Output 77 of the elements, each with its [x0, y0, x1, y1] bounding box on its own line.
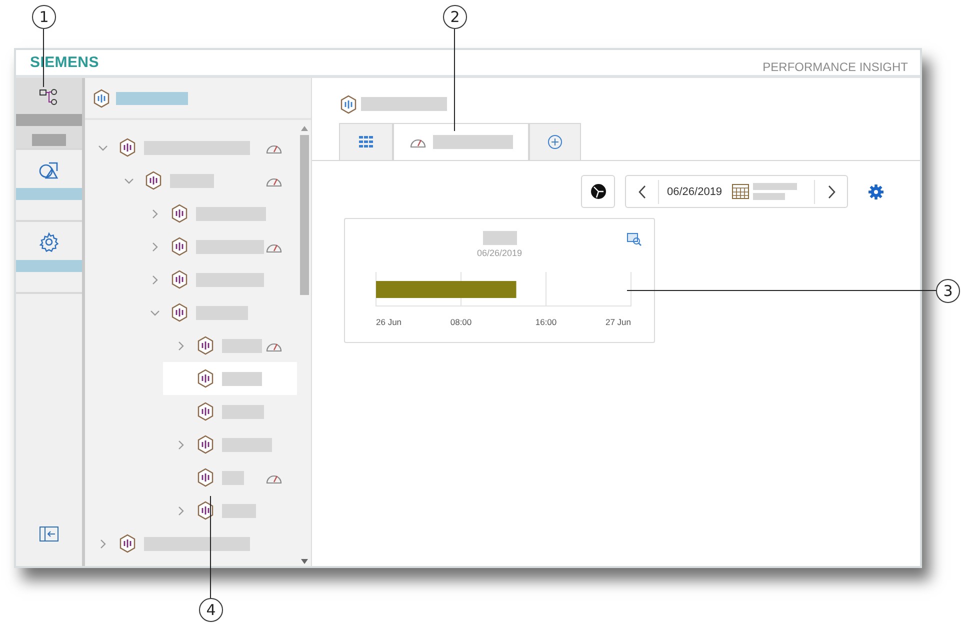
- hexagon-icon: [340, 94, 357, 114]
- callout-number: 2: [443, 5, 467, 29]
- axis-tick-label: 27 Jun: [604, 317, 630, 327]
- redacted-text: [222, 372, 262, 386]
- redacted-text: [222, 504, 256, 518]
- product-title: PERFORMANCE INSIGHT: [762, 60, 908, 74]
- axis-tick-label: 08:00: [450, 317, 472, 327]
- redacted-text: [16, 188, 82, 200]
- chevron-right-icon[interactable]: [176, 340, 186, 350]
- callout-number: 3: [936, 279, 960, 303]
- calendar-icon[interactable]: [732, 184, 750, 199]
- chart-view-button[interactable]: [581, 175, 615, 208]
- chevron-down-icon[interactable]: [124, 176, 134, 186]
- scroll-thumb[interactable]: [300, 135, 308, 295]
- hexagon-icon: [197, 501, 214, 520]
- tab[interactable]: [529, 123, 581, 160]
- callout-number: 4: [199, 598, 223, 622]
- chevron-right-icon: [826, 184, 836, 198]
- hexagon-icon: [145, 171, 162, 190]
- chevron-right-icon[interactable]: [150, 274, 160, 284]
- tab[interactable]: [339, 123, 393, 160]
- card-date: 06/26/2019: [476, 248, 522, 258]
- chevron-right-icon[interactable]: [176, 506, 186, 516]
- redacted-text: [196, 240, 264, 254]
- shapes-icon: [38, 160, 60, 180]
- redacted-text: [222, 438, 272, 452]
- hexagon-icon: [197, 435, 214, 454]
- hexagon-icon: [197, 468, 214, 487]
- tab[interactable]: [393, 123, 529, 160]
- hexagon-icon: [197, 369, 214, 388]
- collapse-panel-icon[interactable]: [39, 526, 59, 542]
- hexagon-icon: [197, 402, 214, 421]
- hexagon-icon: [171, 204, 188, 223]
- callout-number: 1: [32, 5, 56, 29]
- redacted-text: [753, 193, 786, 200]
- hexagon-icon: [119, 138, 136, 157]
- hexagon-icon: [93, 88, 110, 108]
- hexagon-icon: [119, 534, 136, 553]
- redacted-text: [222, 470, 244, 484]
- chevron-right-icon[interactable]: [150, 242, 160, 252]
- grid-icon: [359, 136, 373, 148]
- chevron-right-icon[interactable]: [150, 208, 160, 218]
- hexagon-icon: [197, 336, 214, 355]
- chevron-right-icon[interactable]: [176, 440, 186, 450]
- chevron-left-icon: [638, 184, 646, 198]
- hexagon-icon: [171, 270, 188, 289]
- add-icon: [547, 134, 563, 150]
- redacted-text: [170, 174, 214, 188]
- redacted-text: [196, 306, 248, 320]
- redacted-text: [196, 206, 266, 220]
- nav-item[interactable]: [16, 78, 82, 150]
- chevron-down-icon[interactable]: [98, 142, 108, 152]
- redacted-text: [196, 272, 264, 286]
- settings-icon[interactable]: [868, 184, 884, 200]
- zoom-chart-icon[interactable]: [627, 233, 642, 246]
- scroll-down-icon[interactable]: [300, 559, 308, 564]
- hexagon-icon: [171, 303, 188, 322]
- chevron-down-icon[interactable]: [150, 308, 160, 318]
- hexagon-icon: [171, 237, 188, 256]
- axis-tick-label: 26 Jun: [376, 317, 402, 327]
- settings-icon: [39, 232, 59, 252]
- scroll-up-icon[interactable]: [300, 126, 308, 131]
- redacted-text: [16, 260, 82, 272]
- hierarchy-icon: [39, 88, 59, 106]
- chevron-right-icon[interactable]: [98, 538, 108, 548]
- redacted-text: [116, 92, 188, 104]
- redacted-text: [222, 404, 264, 418]
- tree-item[interactable]: [163, 362, 297, 395]
- date-text: 06/26/2019: [666, 186, 724, 198]
- redacted-text: [753, 183, 798, 190]
- pie-chart-icon: [590, 183, 606, 200]
- redacted-text: [16, 114, 82, 126]
- redacted-text: [222, 338, 262, 352]
- redacted-text: [482, 231, 516, 245]
- axis-tick-label: 16:00: [534, 317, 556, 327]
- leader-line: [43, 29, 44, 87]
- redacted-text: [32, 134, 66, 146]
